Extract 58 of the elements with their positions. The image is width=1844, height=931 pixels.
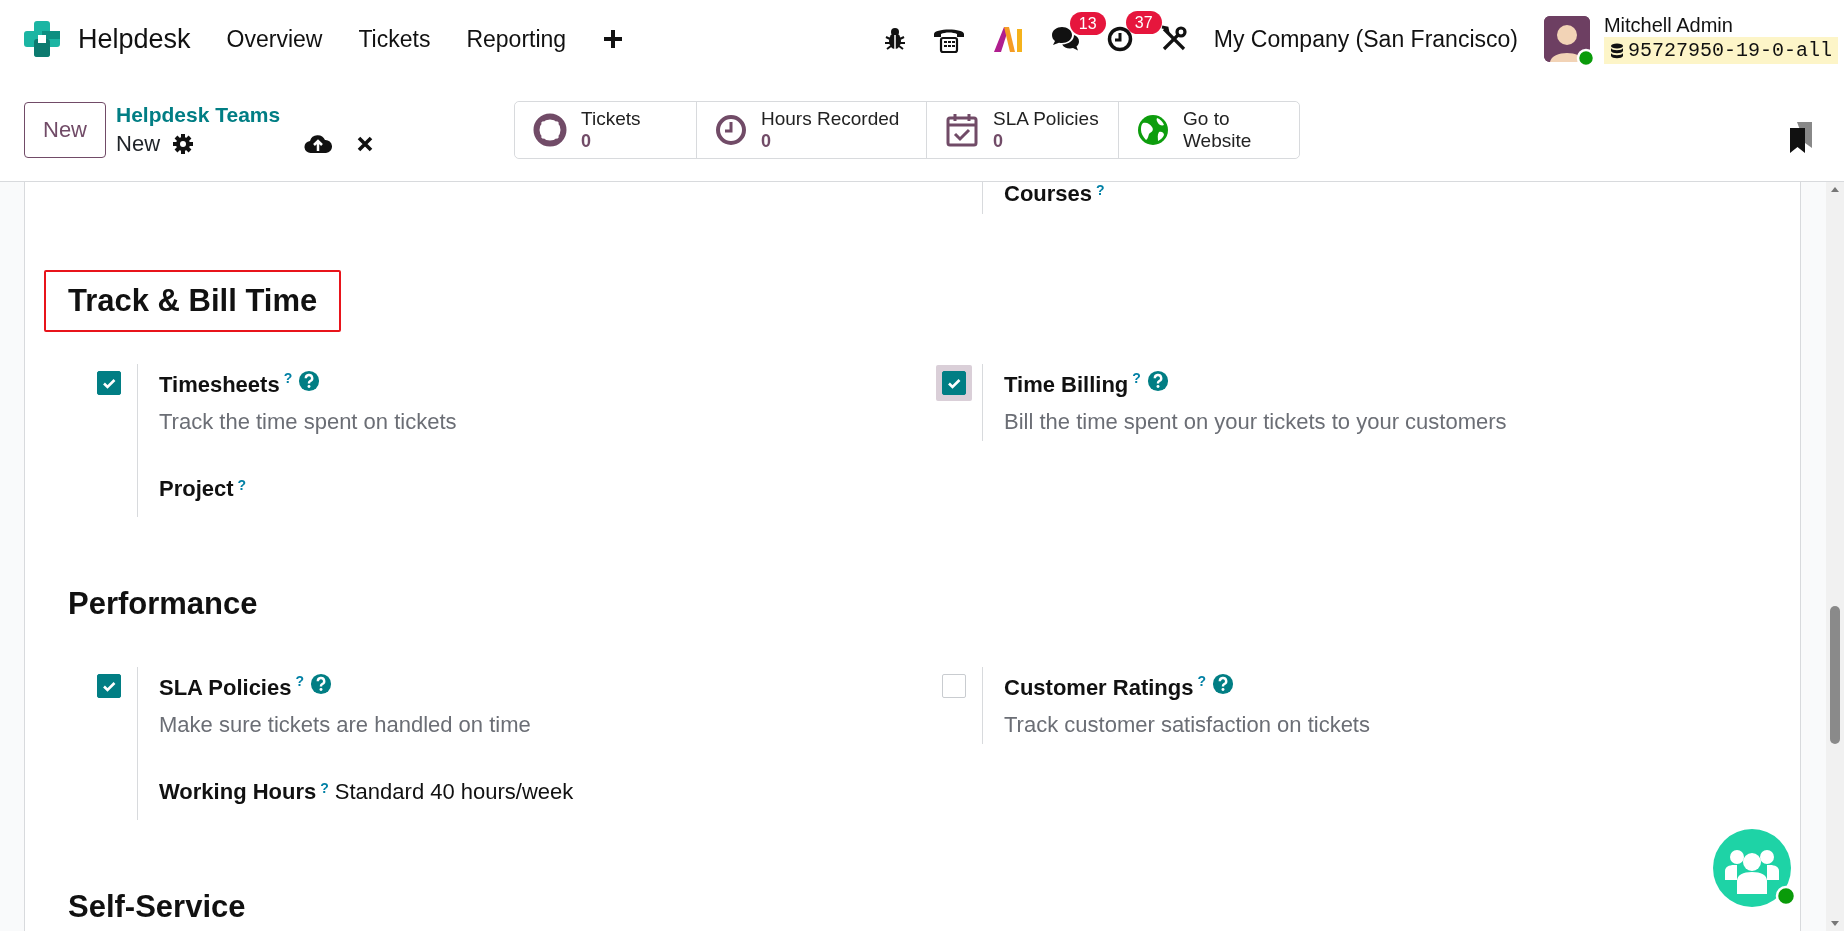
close-icon[interactable] (356, 134, 374, 153)
plus-icon[interactable] (602, 28, 625, 50)
setting-title: Timesheets (159, 373, 280, 397)
globe-icon (1137, 113, 1169, 146)
setting-description: Track the time spent on tickets (159, 409, 457, 435)
menu-item[interactable]: Overview (226, 25, 323, 53)
smart-button[interactable]: Tickets 0 (515, 101, 697, 158)
bug-icon[interactable] (883, 27, 906, 51)
calendar-check-icon (945, 111, 979, 148)
checkbox[interactable] (97, 674, 121, 698)
app-name[interactable]: Helpdesk (78, 23, 191, 55)
setting-title: SLA Policies (159, 676, 292, 700)
help-icon[interactable] (298, 370, 321, 392)
setting-title: Time Billing (1004, 373, 1129, 397)
menu-item[interactable]: Reporting (466, 25, 567, 53)
clock-icon[interactable] (1105, 25, 1134, 53)
setting-title: Customer Ratings (1004, 676, 1194, 700)
field-label: Working Hours (159, 780, 317, 804)
chat-bubbles-icon[interactable] (1049, 26, 1080, 52)
field-label: Courses (1004, 182, 1093, 206)
setting-description: Bill the time spent on your tickets to your customers (1004, 409, 1507, 435)
tooltip-mark[interactable]: ? (295, 669, 304, 693)
tooltip-mark[interactable]: ? (237, 473, 247, 497)
section-heading: Performance (67, 585, 259, 623)
database-name: 95727950-19-0-all (1603, 37, 1838, 64)
clock-icon (715, 113, 747, 146)
tooltip-mark[interactable]: ? (283, 366, 293, 390)
tooltip-mark[interactable]: ? (1132, 366, 1141, 390)
checkbox[interactable] (97, 371, 121, 395)
count-badge: 13 (1069, 12, 1106, 35)
tooltip-mark[interactable]: ? (1197, 669, 1207, 693)
breadcrumb-link[interactable]: Helpdesk Teams (116, 102, 304, 127)
record-name: New (116, 130, 161, 157)
menu-item[interactable]: Tickets (358, 25, 431, 53)
database-icon (1609, 42, 1624, 59)
help-icon[interactable] (1212, 673, 1235, 695)
count-badge: 37 (1125, 11, 1162, 34)
tooltip-mark[interactable]: ? (1096, 182, 1105, 202)
lifebuoy-icon (533, 112, 567, 147)
section-heading: Track & Bill Time (44, 270, 342, 332)
gear-icon[interactable] (172, 132, 195, 155)
field-label: Project (159, 477, 234, 501)
new-button[interactable]: New (24, 101, 106, 158)
section-heading: Self-Service (67, 888, 247, 926)
checkbox[interactable] (942, 371, 966, 395)
bookmarks-icon[interactable] (1788, 119, 1814, 154)
cross-logo-icon (22, 19, 62, 59)
setting-description: Track customer satisfaction on tickets (1004, 712, 1370, 738)
help-icon[interactable] (310, 673, 332, 695)
tooltip-mark[interactable]: ? (320, 776, 329, 800)
company-switcher[interactable]: My Company (San Francisco) (1213, 25, 1518, 53)
tools-icon[interactable] (1159, 25, 1188, 53)
help-icon[interactable] (1146, 370, 1169, 392)
user-name[interactable]: Mitchell Admin (1603, 14, 1838, 37)
cloud-upload-icon[interactable] (304, 132, 332, 155)
triangle-logo-icon[interactable] (991, 25, 1024, 53)
field-value[interactable]: Standard 40 hours/week (334, 780, 574, 804)
setting-description: Make sure tickets are handled on time (159, 712, 532, 738)
